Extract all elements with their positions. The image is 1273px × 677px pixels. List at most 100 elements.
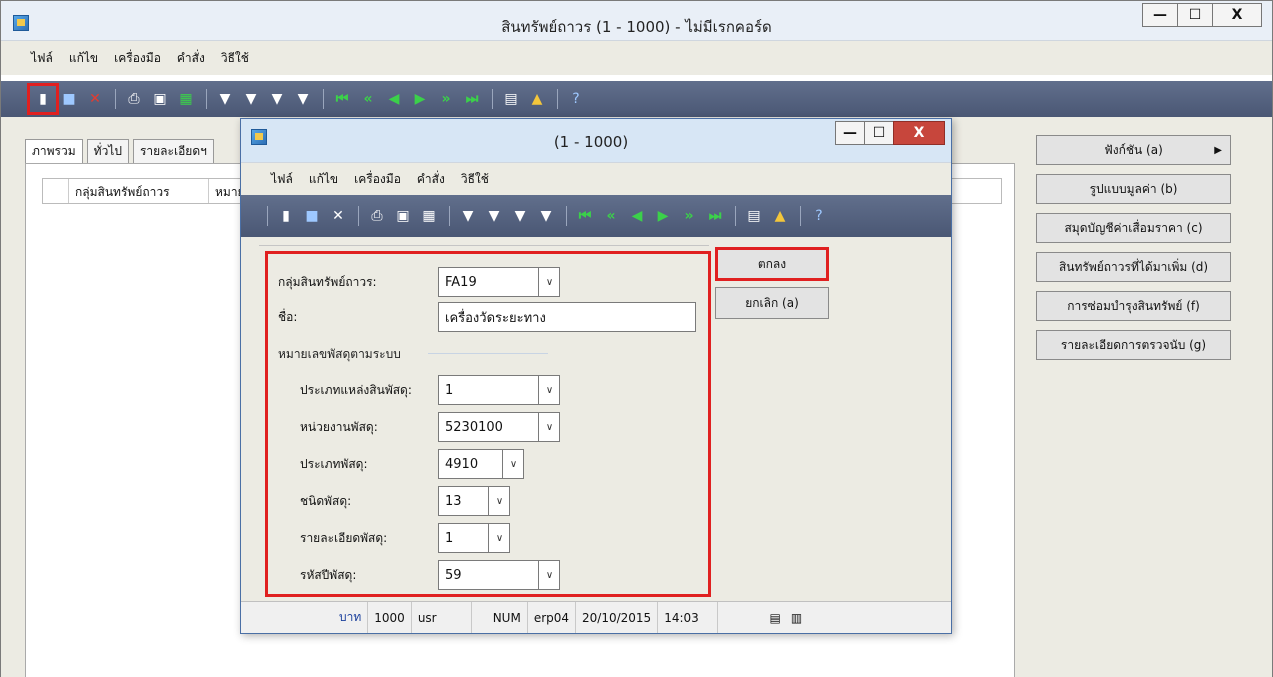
unit-combo[interactable]: 5230100 ∨ [438,412,560,442]
depreciation-book-button[interactable]: สมุดบัญชีค่าเสื่อมราคา (c) [1036,213,1231,243]
database-icon[interactable]: ▤ [770,611,781,625]
item-detail-value: 1 [445,530,454,546]
toolbar-separator [358,206,359,226]
next-record-icon[interactable]: ▶ [651,204,675,228]
print-icon[interactable]: ⎙ [365,204,389,228]
next-page-icon[interactable]: » [434,87,458,111]
menu-edit[interactable]: แก้ไข [69,49,98,68]
chevron-down-icon[interactable]: ∨ [538,267,560,297]
dialog-titlebar[interactable]: (1 - 1000) — ☐ X [241,119,951,163]
status-bar: บาท 1000 usr NUM erp04 20/10/2015 14:03 … [241,601,951,633]
status-currency[interactable]: บาท [333,602,369,633]
asset-maintenance-button[interactable]: การซ่อมบำรุงสินทรัพย์ (f) [1036,291,1231,321]
dialog-minimize-button[interactable]: — [835,121,865,145]
delete-icon[interactable]: ✕ [326,204,350,228]
value-model-button[interactable]: รูปแบบมูลค่า (b) [1036,174,1231,204]
grid-column-asset-group[interactable]: กลุ่มสินทรัพย์ถาวร [69,179,209,203]
print-preview-icon[interactable]: ▣ [391,204,415,228]
delete-icon[interactable]: ✕ [83,87,107,111]
first-record-icon[interactable]: ⏮ [330,87,354,111]
chevron-down-icon[interactable]: ∨ [538,375,560,405]
source-type-combo[interactable]: 1 ∨ [438,375,560,405]
close-button[interactable]: X [1212,3,1262,27]
menu-tools[interactable]: เครื่องมือ [114,49,161,68]
chevron-down-icon[interactable]: ∨ [538,412,560,442]
alert-icon[interactable]: ▲ [768,204,792,228]
print-icon[interactable]: ⎙ [122,87,146,111]
next-record-icon[interactable]: ▶ [408,87,432,111]
dialog-menu-help[interactable]: วิธีใช้ [461,170,489,189]
filter-selection-icon[interactable]: ▼ [265,87,289,111]
status-time: 14:03 [658,602,719,633]
tab-overview[interactable]: ภาพรวม [25,139,83,163]
attachment-icon[interactable]: ▤ [742,204,766,228]
dialog-maximize-button[interactable]: ☐ [864,121,894,145]
item-detail-combo[interactable]: 1 ∨ [438,523,510,553]
filter-icon[interactable]: ▼ [213,87,237,111]
functions-button[interactable]: ฟังก์ชัน (a) ▶ [1036,135,1231,165]
export-excel-icon[interactable]: ▦ [417,204,441,228]
new-asset-dialog: (1 - 1000) — ☐ X ไฟล์ แก้ไข เครื่องมือ ค… [240,118,952,634]
asset-group-combo[interactable]: FA19 ∨ [438,267,560,297]
toolbar-separator [735,206,736,226]
grid-column-selector[interactable] [43,179,69,203]
menu-file[interactable]: ไฟล์ [31,49,53,68]
toolbar-separator [206,89,207,109]
filter-clear-icon[interactable]: ▼ [534,204,558,228]
main-titlebar[interactable]: สินทรัพย์ถาวร (1 - 1000) - ไม่มีเรกคอร์ด… [1,1,1272,41]
year-code-combo[interactable]: 59 ∨ [438,560,560,590]
minimize-button[interactable]: — [1142,3,1178,27]
filter-advanced-icon[interactable]: ▼ [482,204,506,228]
name-value: เครื่องวัดระยะทาง [445,310,546,326]
export-excel-icon[interactable]: ▦ [174,87,198,111]
menu-command[interactable]: คำสั่ง [177,49,205,68]
chevron-down-icon[interactable]: ∨ [502,449,524,479]
unit-label: หน่วยงานพัสดุ: [300,419,378,434]
previous-page-icon[interactable]: « [356,87,380,111]
first-record-icon[interactable]: ⏮ [573,204,597,228]
previous-record-icon[interactable]: ◀ [382,87,406,111]
chevron-down-icon[interactable]: ∨ [488,486,510,516]
filter-clear-icon[interactable]: ▼ [291,87,315,111]
dialog-close-button[interactable]: X [893,121,945,145]
status-company[interactable]: 1000 [368,602,412,633]
dialog-menu-command[interactable]: คำสั่ง [417,170,445,189]
last-record-icon[interactable]: ⏭ [460,87,484,111]
item-type-combo[interactable]: 4910 ∨ [438,449,524,479]
attachment-icon[interactable]: ▤ [499,87,523,111]
print-preview-icon[interactable]: ▣ [148,87,172,111]
save-icon[interactable]: ■ [57,87,81,111]
filter-selection-icon[interactable]: ▼ [508,204,532,228]
save-icon[interactable]: ■ [300,204,324,228]
previous-page-icon[interactable]: « [599,204,623,228]
cache-icon[interactable]: ▥ [791,611,802,625]
previous-record-icon[interactable]: ◀ [625,204,649,228]
cancel-button[interactable]: ยกเลิก (a) [715,287,829,319]
tab-details[interactable]: รายละเอียดฯ [132,139,214,163]
new-icon[interactable]: ▮ [27,83,59,115]
name-input[interactable]: เครื่องวัดระยะทาง [438,302,696,332]
item-type-value: 4910 [445,456,479,472]
asset-acquisition-button[interactable]: สินทรัพย์ถาวรที่ได้มาเพิ่ม (d) [1036,252,1231,282]
item-kind-combo[interactable]: 13 ∨ [438,486,510,516]
tab-general[interactable]: ทั่วไป [86,139,129,163]
last-record-icon[interactable]: ⏭ [703,204,727,228]
filter-advanced-icon[interactable]: ▼ [239,87,263,111]
count-details-button[interactable]: รายละเอียดการตรวจนับ (g) [1036,330,1231,360]
help-icon[interactable]: ? [807,204,831,228]
item-kind-value: 13 [445,493,462,509]
dialog-menubar: ไฟล์ แก้ไข เครื่องมือ คำสั่ง วิธีใช้ [241,163,951,195]
menu-help[interactable]: วิธีใช้ [221,49,249,68]
dialog-menu-tools[interactable]: เครื่องมือ [354,170,401,189]
dialog-menu-edit[interactable]: แก้ไข [309,170,338,189]
dialog-menu-file[interactable]: ไฟล์ [271,170,293,189]
ok-button[interactable]: ตกลง [715,247,829,281]
maximize-button[interactable]: ☐ [1177,3,1213,27]
help-icon[interactable]: ? [564,87,588,111]
new-icon[interactable]: ▮ [274,204,298,228]
alert-icon[interactable]: ▲ [525,87,549,111]
chevron-down-icon[interactable]: ∨ [488,523,510,553]
filter-icon[interactable]: ▼ [456,204,480,228]
next-page-icon[interactable]: » [677,204,701,228]
chevron-down-icon[interactable]: ∨ [538,560,560,590]
